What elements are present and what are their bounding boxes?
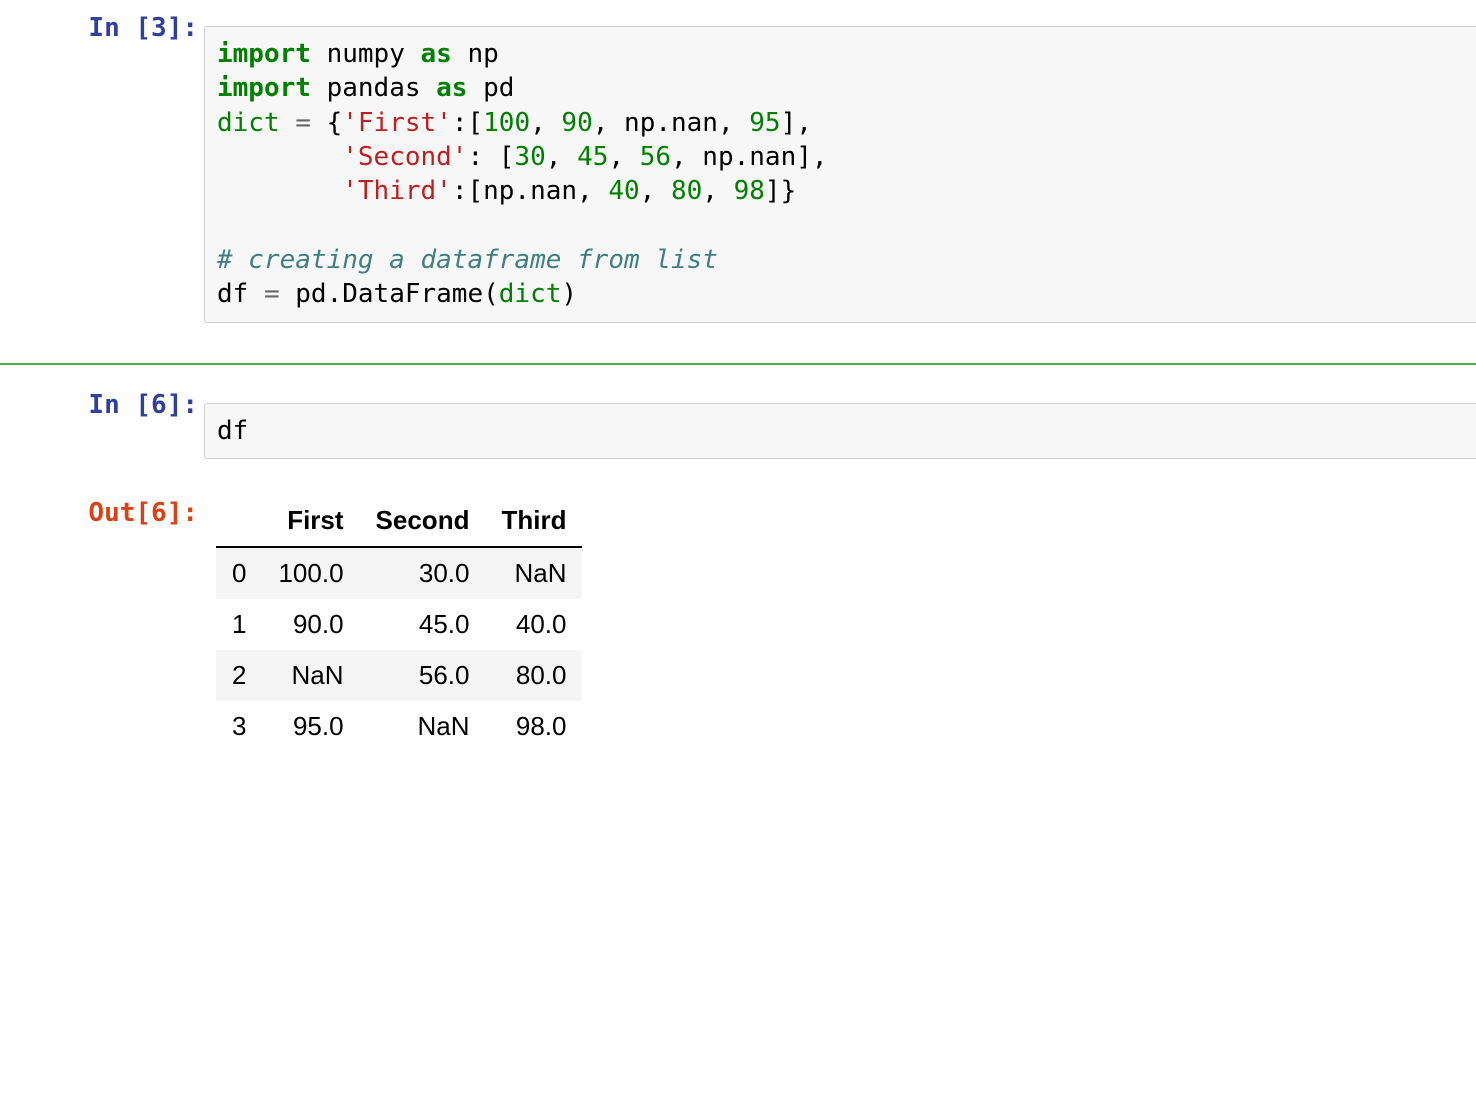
table-corner [216,495,262,547]
table-cell: NaN [262,650,359,701]
output-area: FirstSecondThird 0100.030.0NaN190.045.04… [204,485,1476,752]
table-cell: 95.0 [262,701,359,752]
table-column-header: Third [485,495,582,547]
table-row-index: 2 [216,650,262,701]
output-row: Out[6]: FirstSecondThird 0100.030.0NaN19… [0,485,1476,752]
table-row-index: 3 [216,701,262,752]
table-cell: 56.0 [360,650,486,701]
code-cell: In [3]: import numpy as np import pandas… [0,0,1476,349]
code-editor[interactable]: import numpy as np import pandas as pd d… [204,26,1476,323]
table-row-index: 1 [216,599,262,650]
in-prompt: In [3]: [0,0,204,45]
cell-selection-bar [0,363,1476,365]
table-row: 2NaN56.080.0 [216,650,582,701]
dataframe-table: FirstSecondThird 0100.030.0NaN190.045.04… [216,495,582,752]
table-cell: 45.0 [360,599,486,650]
code-editor[interactable]: df [204,403,1476,459]
table-row-index: 0 [216,547,262,599]
table-cell: 90.0 [262,599,359,650]
table-column-header: First [262,495,359,547]
table-header-row: FirstSecondThird [216,495,582,547]
table-cell: 98.0 [485,701,582,752]
table-row: 0100.030.0NaN [216,547,582,599]
table-cell: 80.0 [485,650,582,701]
table-cell: NaN [485,547,582,599]
table-row: 395.0NaN98.0 [216,701,582,752]
code-cell: In [6]: df [0,377,1476,485]
table-cell: 40.0 [485,599,582,650]
table-column-header: Second [360,495,486,547]
out-prompt: Out[6]: [0,485,204,530]
table-cell: NaN [360,701,486,752]
table-row: 190.045.040.0 [216,599,582,650]
table-cell: 100.0 [262,547,359,599]
in-prompt: In [6]: [0,377,204,422]
table-cell: 30.0 [360,547,486,599]
